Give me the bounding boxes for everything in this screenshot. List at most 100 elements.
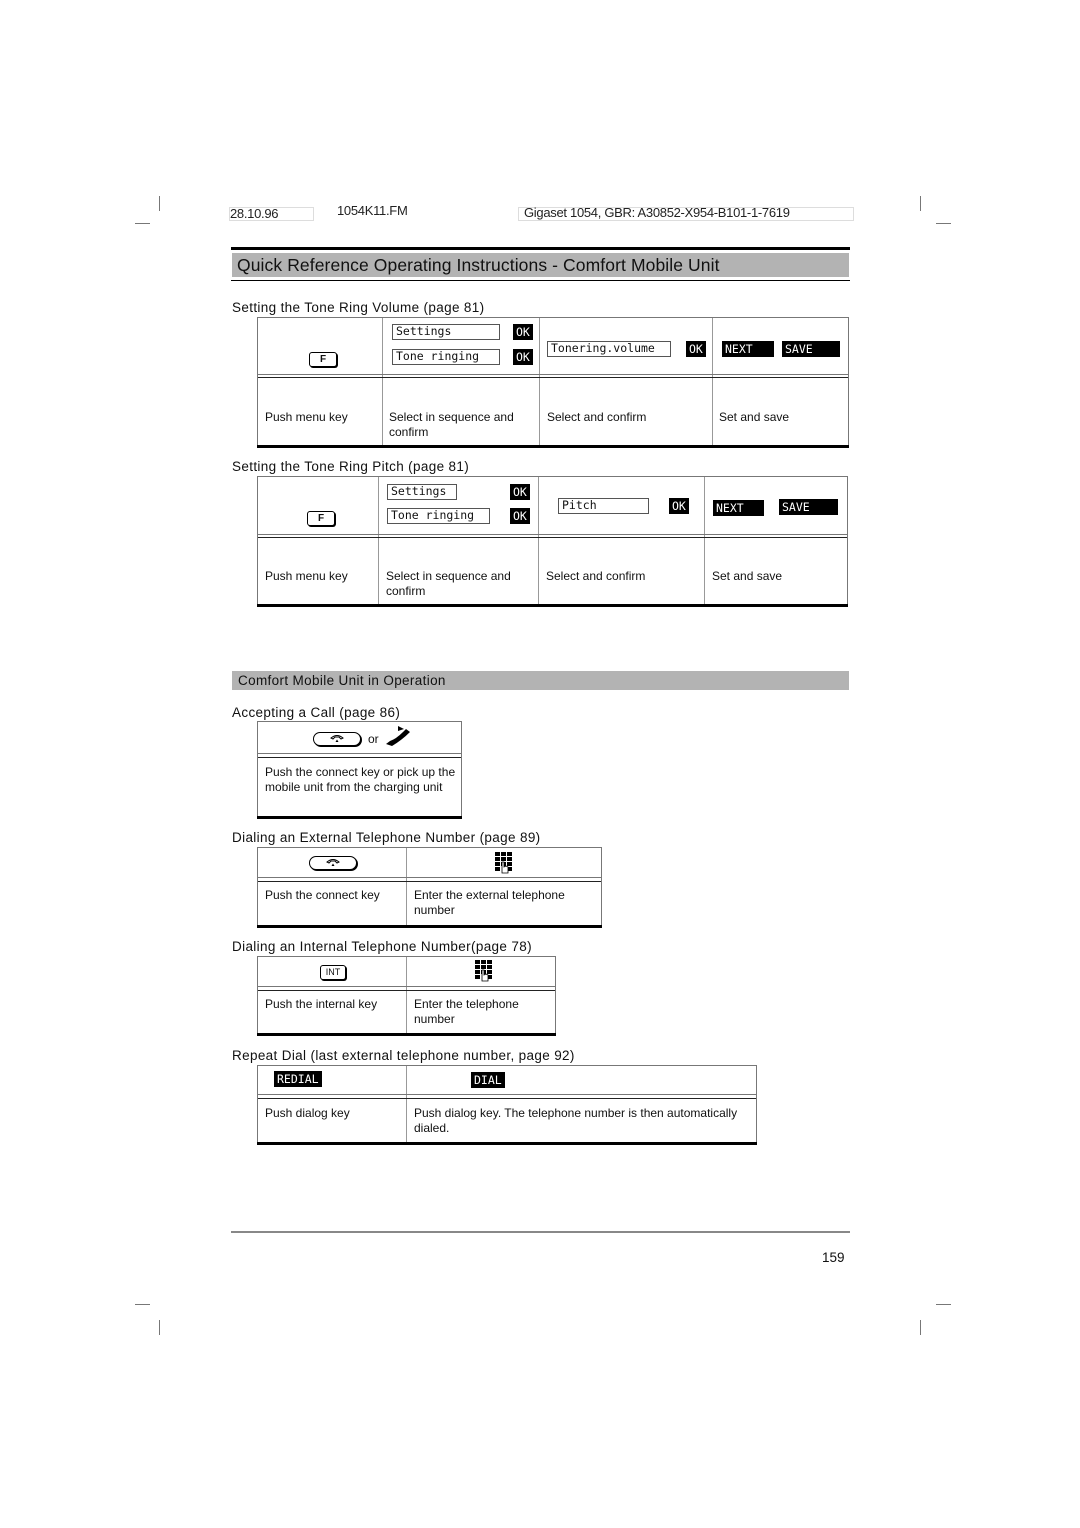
divider — [704, 477, 705, 604]
keypad-icon — [475, 960, 492, 982]
step-description: Select in sequence and confirm — [389, 410, 514, 439]
save-button[interactable]: SAVE — [779, 499, 838, 515]
step-description: Enter the external telephone number — [414, 888, 565, 917]
section-heading-operation: Comfort Mobile Unit in Operation — [238, 673, 446, 688]
divider — [538, 477, 539, 604]
page-title-bar: Quick Reference Operating Instructions -… — [232, 253, 849, 277]
menu-key-f[interactable]: F — [307, 511, 335, 526]
internal-table: INT Push the internal key Enter the tele… — [257, 956, 556, 1036]
crop-mark — [936, 1304, 951, 1305]
ok-button[interactable]: OK — [510, 508, 530, 524]
divider — [406, 1066, 407, 1142]
step-description: Push dialog key — [265, 1106, 350, 1120]
crop-mark — [135, 1304, 150, 1305]
step-description: Push menu key — [265, 569, 348, 583]
next-button[interactable]: NEXT — [713, 500, 764, 516]
divider — [378, 477, 379, 604]
divider — [382, 318, 383, 445]
header-doc-id: Gigaset 1054, GBR: A30852-X954-B101-1-76… — [524, 205, 790, 220]
divider — [258, 990, 555, 991]
step-description: Select and confirm — [546, 569, 646, 583]
section-heading-internal: Dialing an Internal Telephone Number(pag… — [232, 939, 532, 954]
page-number: 159 — [822, 1250, 845, 1265]
crop-mark — [920, 196, 921, 211]
divider — [258, 757, 461, 758]
menu-item-tone-ringing[interactable]: Tone ringing — [392, 349, 500, 365]
divider — [406, 957, 407, 1033]
step-description: Set and save — [712, 569, 783, 583]
or-label: or — [368, 732, 379, 746]
redial-button[interactable]: REDIAL — [274, 1071, 322, 1087]
section-heading-external: Dialing an External Telephone Number (pa… — [232, 830, 541, 845]
menu-item-settings[interactable]: Settings — [392, 324, 500, 340]
external-table: Push the connect key Enter the external … — [257, 847, 602, 928]
section-heading-redial: Repeat Dial (last external telephone num… — [232, 1048, 575, 1063]
ok-button[interactable]: OK — [686, 341, 706, 357]
divider — [257, 816, 462, 819]
menu-item-tone-ringing[interactable]: Tone ringing — [387, 508, 490, 524]
save-button[interactable]: SAVE — [782, 341, 840, 357]
menu-item-settings[interactable]: Settings — [387, 484, 457, 500]
connect-key-icon[interactable] — [313, 732, 361, 746]
keypad-icon — [495, 852, 512, 874]
ok-button[interactable]: OK — [513, 349, 533, 365]
step-description: Push the connect key or pick up the mobi… — [265, 765, 456, 794]
next-button[interactable]: NEXT — [722, 341, 774, 357]
step-description: Push menu key — [265, 410, 348, 424]
page-title: Quick Reference Operating Instructions -… — [237, 255, 720, 275]
divider — [258, 1094, 756, 1095]
handset-pickup-icon — [386, 726, 410, 746]
divider — [258, 877, 601, 878]
redial-table: REDIAL DIAL Push dialog key Push dialog … — [257, 1065, 757, 1145]
ok-button[interactable]: OK — [510, 484, 530, 500]
menu-key-f[interactable]: F — [309, 352, 337, 367]
divider — [258, 534, 847, 535]
divider — [258, 753, 461, 754]
step-description: Select and confirm — [547, 410, 647, 424]
crop-mark — [159, 196, 160, 211]
step-description: Push the connect key — [265, 888, 380, 902]
divider — [257, 925, 602, 928]
dial-button[interactable]: DIAL — [471, 1072, 505, 1088]
section-bar-operation: Comfort Mobile Unit in Operation — [232, 671, 849, 690]
volume-table: F Settings OK Tone ringing OK Tonering.v… — [257, 317, 849, 448]
step-description: Enter the telephone number — [414, 997, 519, 1026]
divider — [258, 1098, 756, 1099]
section-heading-volume: Setting the Tone Ring Volume (page 81) — [232, 300, 485, 315]
step-description: Push dialog key. The telephone number is… — [414, 1106, 738, 1135]
ok-button[interactable]: OK — [669, 498, 689, 514]
divider — [712, 318, 713, 445]
divider — [257, 1033, 556, 1036]
ok-button[interactable]: OK — [513, 324, 533, 340]
crop-mark — [159, 1320, 160, 1335]
divider — [258, 881, 601, 882]
divider — [258, 986, 555, 987]
menu-item-pitch[interactable]: Pitch — [558, 498, 649, 514]
step-description: Set and save — [719, 410, 790, 424]
divider — [258, 374, 848, 375]
connect-key-icon[interactable] — [309, 856, 357, 870]
header-file: 1054K11.FM — [337, 203, 408, 218]
crop-mark — [936, 223, 951, 224]
menu-item-tonering-volume[interactable]: Tonering.volume — [547, 341, 671, 357]
divider — [539, 318, 540, 445]
step-description: Push the internal key — [265, 997, 378, 1011]
crop-mark — [135, 223, 150, 224]
divider — [257, 604, 848, 607]
divider — [258, 537, 847, 538]
footer-rule — [231, 1231, 850, 1233]
title-underline — [231, 280, 850, 281]
section-heading-accept: Accepting a Call (page 86) — [232, 705, 401, 720]
pitch-table: F Settings OK Tone ringing OK Pitch OK N… — [257, 476, 848, 607]
divider — [258, 377, 848, 378]
divider — [406, 848, 407, 925]
int-key-icon[interactable]: INT — [320, 965, 346, 980]
section-heading-pitch: Setting the Tone Ring Pitch (page 81) — [232, 459, 470, 474]
divider — [257, 1142, 757, 1145]
crop-mark — [920, 1320, 921, 1335]
header-date: 28.10.96 — [230, 206, 279, 221]
accept-table: or Push the connect key or pick up the m… — [257, 721, 462, 819]
title-rule — [231, 247, 850, 250]
divider — [257, 445, 849, 448]
step-description: Select in sequence and confirm — [386, 569, 511, 598]
